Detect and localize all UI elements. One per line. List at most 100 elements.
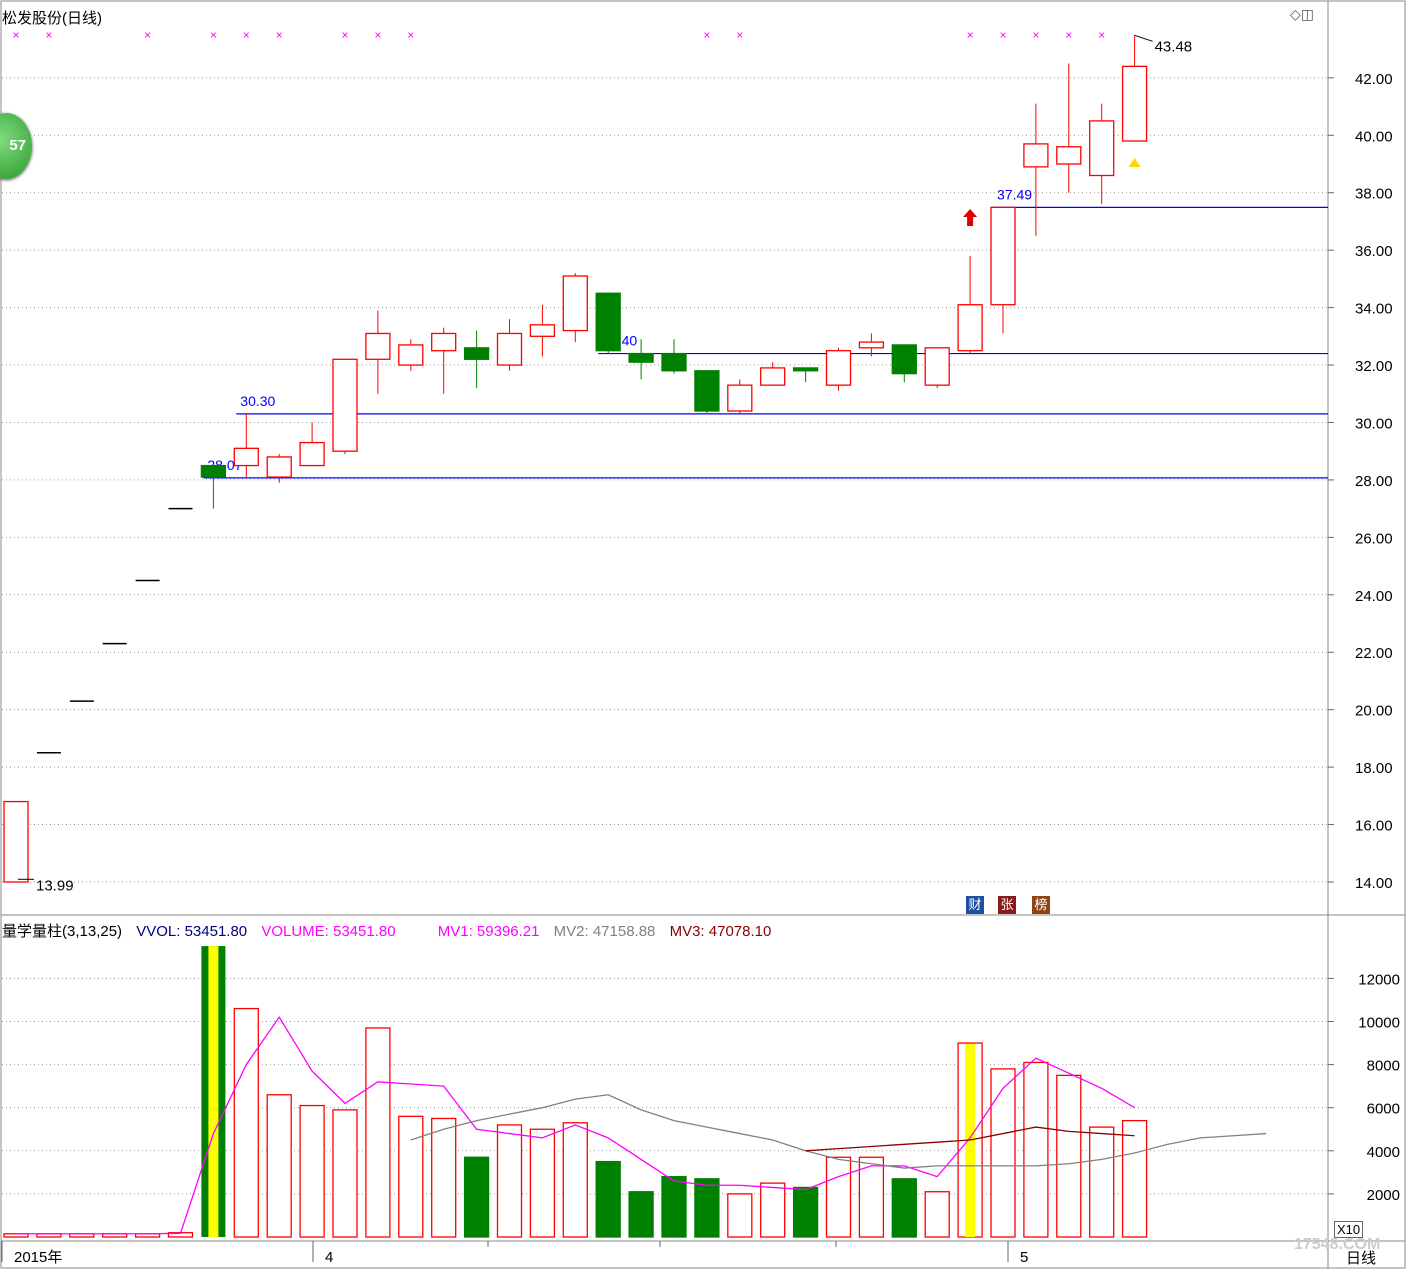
- star-marker: ×: [703, 28, 710, 42]
- candle-body: [924, 347, 950, 386]
- volume-bar: [628, 1191, 654, 1238]
- candle-body: [562, 275, 588, 332]
- volume-bar: [727, 1193, 753, 1238]
- candle-body: [628, 352, 654, 363]
- candle-body: [365, 332, 391, 360]
- volume-indicator-name: 量学量柱(3,13,25): [2, 923, 123, 940]
- candle-body: [200, 464, 227, 478]
- support-level-label: 30.30: [240, 393, 275, 409]
- window-controls-icon[interactable]: ◇◫: [1290, 6, 1314, 23]
- volume-tick-label: 6000: [1367, 1101, 1400, 1118]
- star-marker: ×: [374, 28, 381, 42]
- candle-body: [1023, 143, 1049, 168]
- volume-bar: [661, 1176, 687, 1238]
- star-marker: ×: [144, 28, 151, 42]
- volume-tick-label: 2000: [1367, 1187, 1400, 1204]
- volume-tick-label: 10000: [1358, 1015, 1400, 1032]
- high-price-label: 43.48: [1155, 38, 1193, 55]
- volume-bar: [332, 1109, 358, 1238]
- signal-triangle-icon: [1128, 158, 1141, 167]
- candle-body: [233, 447, 259, 467]
- volume-bar: [595, 1160, 621, 1238]
- volume-bar: [562, 1122, 588, 1238]
- star-marker: ×: [407, 28, 414, 42]
- volume-bar: [924, 1191, 950, 1238]
- price-tick-label: 42.00: [1355, 71, 1393, 88]
- star-marker: ×: [967, 28, 974, 42]
- candle-body: [825, 350, 852, 386]
- star-marker: ×: [736, 28, 743, 42]
- volume-header: 量学量柱(3,13,25) VVOL: 53451.80 VOLUME: 534…: [2, 920, 781, 941]
- candle-body: [529, 324, 556, 337]
- candle-body: [891, 344, 917, 375]
- volume-tick-label: 12000: [1358, 971, 1400, 988]
- volume-bar: [1089, 1126, 1115, 1238]
- date-label: 4: [325, 1249, 333, 1266]
- candle-body: [463, 347, 490, 360]
- low-price-label: 13.99: [36, 877, 74, 894]
- candle-body: [431, 332, 457, 352]
- volume-bar: [496, 1124, 523, 1238]
- stock-chart[interactable]: 14.00 16.00 18.00 20.00 22.00 24.00 26.00 28.00…: [0, 0, 1406, 1270]
- volume-tick-label: 8000: [1367, 1058, 1400, 1075]
- candle-body: [858, 341, 885, 349]
- volume-bar: [463, 1156, 490, 1238]
- volume-value: VOLUME: 53451.80: [261, 923, 396, 940]
- volume-bar: [1056, 1074, 1082, 1238]
- rise-badge[interactable]: 张: [998, 896, 1016, 914]
- price-tick-label: 30.00: [1355, 415, 1393, 432]
- candle-body: [727, 384, 753, 412]
- star-marker: ×: [243, 28, 250, 42]
- volume-bar: [233, 1007, 259, 1238]
- volume-bar: [266, 1094, 292, 1238]
- candle-body: [3, 800, 29, 883]
- vvol-value: VVOL: 53451.80: [136, 923, 248, 940]
- volume-bar: [529, 1128, 556, 1238]
- price-tick-label: 34.00: [1355, 301, 1393, 318]
- star-marker: ×: [12, 28, 19, 42]
- candle-body: [1121, 65, 1148, 142]
- date-label: 5: [1020, 1249, 1028, 1266]
- volume-bar: [1023, 1061, 1049, 1238]
- buy-arrow-icon: [963, 209, 978, 226]
- price-tick-label: 24.00: [1355, 588, 1393, 605]
- volume-bar: [1121, 1119, 1148, 1238]
- candle-body: [1056, 146, 1082, 165]
- mv1-value: MV1: 59396.21: [437, 923, 540, 940]
- price-tick-label: 18.00: [1355, 760, 1393, 777]
- candle-body: [1089, 120, 1115, 177]
- volume-bar: [694, 1178, 720, 1238]
- volume-bar: [825, 1156, 852, 1238]
- candle-body: [332, 358, 358, 452]
- date-label: 2015年: [14, 1249, 62, 1266]
- candle-body: [694, 370, 720, 412]
- price-tick-label: 20.00: [1355, 703, 1393, 720]
- volume-bar: [990, 1068, 1016, 1238]
- star-marker: ×: [1098, 28, 1105, 42]
- price-tick-label: 32.00: [1355, 358, 1393, 375]
- candle-body: [990, 206, 1016, 306]
- mv3-value: MV3: 47078.10: [669, 923, 772, 940]
- price-tick-label: 38.00: [1355, 186, 1393, 203]
- candle-body: [266, 456, 292, 478]
- candle-body: [299, 441, 325, 467]
- price-tick-label: 26.00: [1355, 530, 1393, 547]
- star-marker: ×: [276, 28, 283, 42]
- chart-title: 松发股份(日线): [2, 10, 102, 27]
- candle-body: [595, 292, 621, 352]
- rank-badge[interactable]: 榜: [1032, 896, 1050, 914]
- price-tick-label: 14.00: [1355, 875, 1393, 892]
- mv2-value: MV2: 47158.88: [553, 923, 656, 940]
- candle-body: [398, 344, 424, 366]
- star-marker: ×: [45, 28, 52, 42]
- candle-body: [792, 367, 819, 372]
- support-level-label: 37.49: [997, 186, 1032, 202]
- star-marker: ×: [210, 28, 217, 42]
- scale-button[interactable]: X10: [1334, 1221, 1364, 1238]
- price-tick-label: 16.00: [1355, 818, 1393, 835]
- finance-badge[interactable]: 财: [966, 896, 984, 914]
- period-label[interactable]: 日线: [1346, 1247, 1376, 1268]
- price-tick-label: 36.00: [1355, 243, 1393, 260]
- high-pointer: [1134, 34, 1153, 42]
- star-marker: ×: [999, 28, 1006, 42]
